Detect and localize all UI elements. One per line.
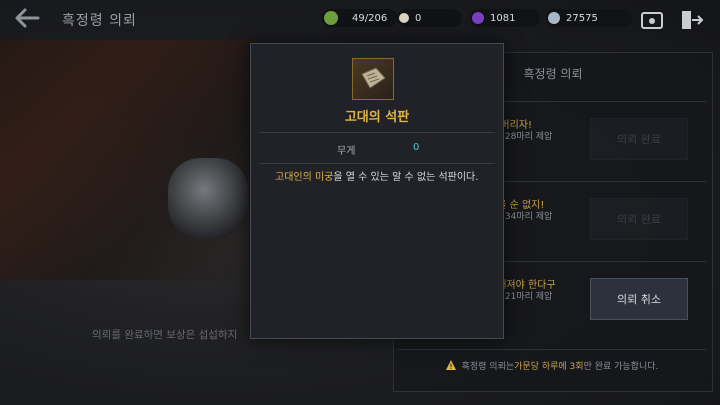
silver-coin-icon [548, 12, 560, 24]
resource-orb: 1081 [470, 9, 540, 27]
exit-door-icon[interactable] [680, 9, 704, 31]
pearl-icon [399, 13, 409, 23]
background-creature [168, 158, 248, 238]
green-gem-icon [324, 11, 338, 25]
resource-pearl: 0 [397, 9, 462, 27]
warning-icon [445, 360, 456, 370]
daily-limit-notice: 흑정령 의뢰는 가문당 하루에 3회 만 완료 가능합니다. [398, 349, 706, 380]
mailbox-icon[interactable] [641, 10, 663, 30]
resource-stamina: 49/206 [322, 9, 397, 27]
complete-quest-button[interactable]: 의뢰 완료 [590, 118, 688, 160]
back-arrow-icon[interactable] [12, 6, 42, 30]
item-stat-row: 무게 0 [259, 132, 495, 164]
weight-label: 무게 [337, 146, 356, 157]
page-title: 흑정령 의뢰 [62, 13, 137, 29]
top-bar: 흑정령 의뢰 49/206 0 1081 27575 [0, 0, 720, 38]
resource-silver: 27575 [546, 9, 632, 27]
reward-hint: 의뢰를 완료하면 보상은 섭섭하지 [92, 329, 238, 341]
purple-orb-icon [472, 12, 484, 24]
weight-value: 0 [413, 142, 420, 153]
item-tooltip: 고대의 석판 무게 0 고대인의 미궁을 열 수 있는 알 수 없는 석판이다. [250, 43, 504, 339]
cancel-quest-button[interactable]: 의뢰 취소 [590, 278, 688, 320]
complete-quest-button[interactable]: 의뢰 완료 [590, 198, 688, 240]
item-description: 고대인의 미궁을 열 수 있는 알 수 없는 석판이다. [275, 172, 479, 183]
ancient-tablet-icon [352, 58, 394, 100]
item-name: 고대의 석판 [344, 110, 410, 125]
